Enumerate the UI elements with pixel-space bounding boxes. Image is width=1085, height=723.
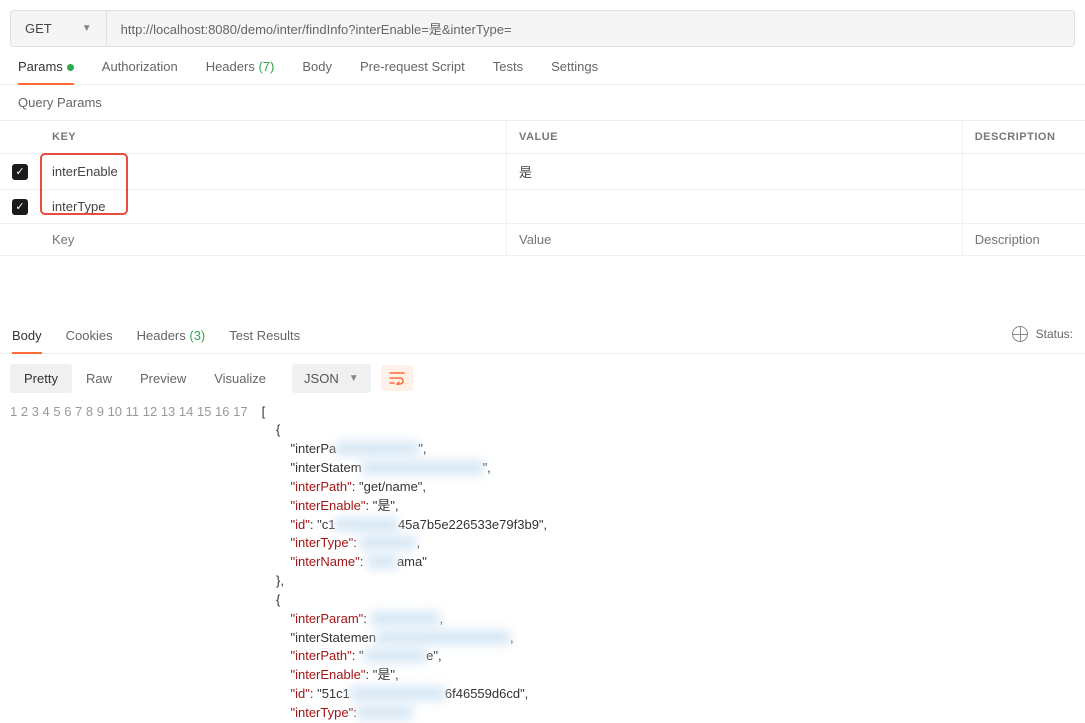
new-value-input[interactable] — [519, 232, 950, 247]
tab-headers[interactable]: Headers (7) — [206, 59, 275, 84]
wrap-icon — [389, 371, 405, 385]
view-pretty[interactable]: Pretty — [10, 364, 72, 393]
method-select[interactable]: GET ▼ — [11, 11, 107, 46]
status-label: Status: — [1036, 327, 1073, 341]
section-title: Query Params — [0, 85, 1085, 120]
view-raw[interactable]: Raw — [72, 364, 126, 393]
view-visualize[interactable]: Visualize — [200, 364, 280, 393]
param-desc-cell[interactable] — [962, 190, 1085, 224]
param-key-cell[interactable]: interType — [40, 190, 507, 224]
col-desc: DESCRIPTION — [962, 121, 1085, 154]
param-value-cell[interactable]: 是 — [507, 154, 963, 190]
response-body[interactable]: [ { "interPaxxxxxxxxxxxx", "interStatemx… — [262, 403, 1075, 723]
globe-icon[interactable] — [1012, 326, 1028, 342]
wrap-lines-button[interactable] — [381, 365, 413, 391]
view-preview[interactable]: Preview — [126, 364, 200, 393]
response-tab-body[interactable]: Body — [12, 328, 42, 353]
chevron-down-icon: ▼ — [82, 23, 92, 34]
tab-tests[interactable]: Tests — [493, 59, 523, 84]
col-value: VALUE — [507, 121, 963, 154]
param-desc-cell[interactable] — [962, 154, 1085, 190]
method-label: GET — [25, 21, 52, 36]
param-key-cell[interactable]: interEnable — [40, 154, 507, 190]
url-input[interactable] — [107, 11, 1074, 46]
chevron-down-icon: ▼ — [349, 373, 359, 384]
table-row-new[interactable] — [0, 223, 1085, 255]
table-row[interactable]: ✓ interType — [0, 190, 1085, 224]
table-row[interactable]: ✓ interEnable 是 — [0, 154, 1085, 190]
tab-prerequest[interactable]: Pre-request Script — [360, 59, 465, 84]
checkbox[interactable]: ✓ — [12, 199, 28, 215]
tab-authorization[interactable]: Authorization — [102, 59, 178, 84]
response-tab-headers[interactable]: Headers (3) — [137, 328, 206, 353]
param-value-cell[interactable] — [507, 190, 963, 224]
new-desc-input[interactable] — [975, 232, 1073, 247]
response-tab-test-results[interactable]: Test Results — [229, 328, 300, 353]
format-select[interactable]: JSON ▼ — [292, 364, 371, 393]
tab-settings[interactable]: Settings — [551, 59, 598, 84]
col-key: KEY — [40, 121, 507, 154]
line-gutter: 1 2 3 4 5 6 7 8 9 10 11 12 13 14 15 16 1… — [10, 403, 262, 723]
tab-params[interactable]: Params — [18, 59, 74, 84]
response-tab-cookies[interactable]: Cookies — [66, 328, 113, 353]
modified-dot-icon — [67, 64, 74, 71]
new-key-input[interactable] — [52, 232, 494, 247]
checkbox[interactable]: ✓ — [12, 164, 28, 180]
tab-body[interactable]: Body — [302, 59, 332, 84]
params-table: KEY VALUE DESCRIPTION ✓ interEnable 是 ✓ … — [0, 120, 1085, 256]
